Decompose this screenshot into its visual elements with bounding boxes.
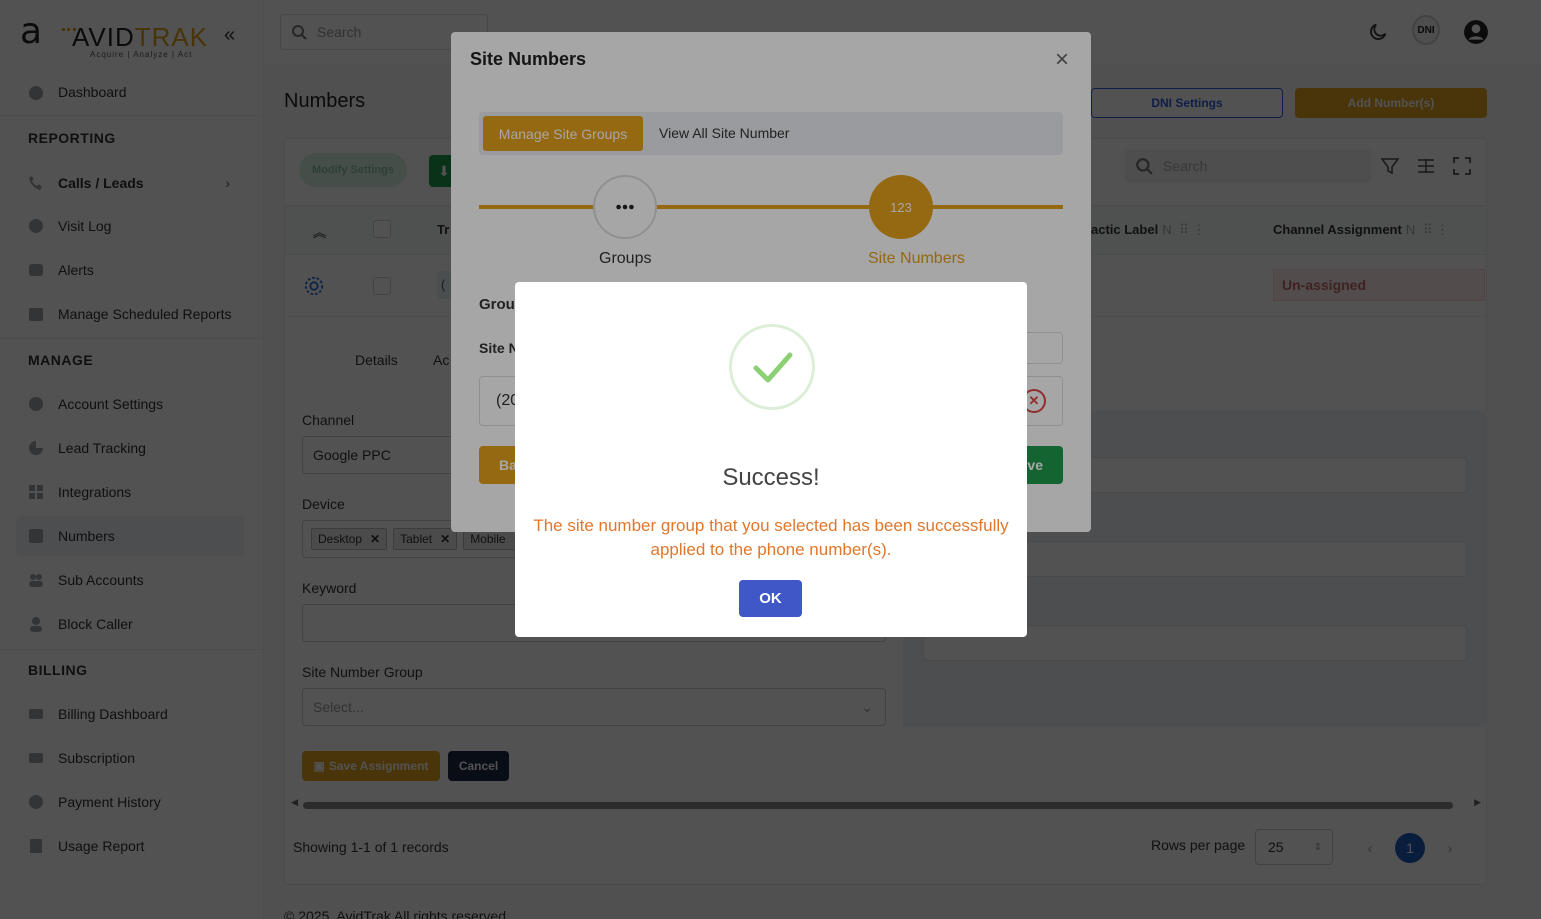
success-check-icon — [729, 324, 815, 410]
success-title: Success! — [722, 464, 820, 491]
success-message: The site number group that you selected … — [533, 516, 1009, 559]
success-dialog: Success! The site number group that you … — [515, 282, 1027, 637]
ok-button[interactable]: OK — [739, 580, 802, 617]
